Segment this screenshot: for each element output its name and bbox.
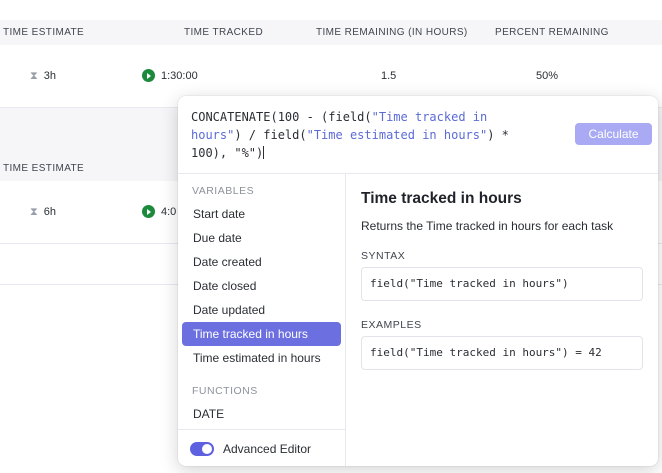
- calculate-button[interactable]: Calculate: [575, 123, 652, 145]
- variables-section-label: VARIABLES: [192, 185, 255, 197]
- function-item-date[interactable]: DATE: [182, 402, 341, 426]
- time-tracked-value[interactable]: 4:0: [161, 206, 176, 218]
- table-header-row: TIME ESTIMATE TIME TRACKED TIME REMAININ…: [0, 20, 662, 45]
- advanced-editor-footer: Advanced Editor: [178, 429, 345, 466]
- syntax-label: SYNTAX: [361, 250, 406, 262]
- header-time-estimate[interactable]: TIME ESTIMATE: [3, 27, 84, 38]
- variable-item-due-date[interactable]: Due date: [182, 226, 341, 250]
- functions-section-label: FUNCTIONS: [192, 385, 258, 397]
- variable-item-date-created[interactable]: Date created: [182, 250, 341, 274]
- formula-input[interactable]: CONCATENATE(100 - (field("Time tracked i…: [191, 108, 541, 162]
- doc-title: Time tracked in hours: [361, 190, 522, 207]
- syntax-code: field("Time tracked in hours"): [361, 267, 643, 301]
- header-time-tracked[interactable]: TIME TRACKED: [184, 27, 263, 38]
- examples-label: EXAMPLES: [361, 319, 422, 331]
- time-estimate-cell[interactable]: ⧗ 6h: [30, 206, 56, 219]
- variable-item-date-updated[interactable]: Date updated: [182, 298, 341, 322]
- time-tracked-value[interactable]: 1:30:00: [161, 70, 198, 82]
- advanced-editor-label: Advanced Editor: [223, 442, 312, 456]
- formula-string: "Time estimated in hours": [306, 128, 488, 142]
- variable-item-time-estimated[interactable]: Time estimated in hours: [182, 346, 341, 370]
- formula-text: ) / field(: [234, 128, 307, 142]
- time-estimate-cell[interactable]: ⧗ 3h: [30, 70, 56, 83]
- variable-item-date-closed[interactable]: Date closed: [182, 274, 341, 298]
- hourglass-icon: ⧗: [30, 206, 38, 218]
- advanced-editor-toggle[interactable]: [190, 442, 214, 456]
- example-code: field("Time tracked in hours") = 42: [361, 336, 643, 370]
- text-caret: [263, 146, 265, 159]
- doc-description: Returns the Time tracked in hours for ea…: [361, 219, 614, 233]
- percent-remaining-value: 50%: [536, 70, 559, 82]
- variable-item-time-tracked[interactable]: Time tracked in hours: [182, 322, 341, 346]
- play-icon[interactable]: [142, 205, 155, 218]
- header-time-remaining[interactable]: TIME REMAINING (IN HOURS): [316, 27, 468, 38]
- header-time-estimate[interactable]: TIME ESTIMATE: [3, 163, 84, 174]
- variables-panel: VARIABLES Start date Due date Date creat…: [178, 174, 345, 466]
- time-remaining-value: 1.5: [381, 70, 397, 82]
- documentation-panel: Time tracked in hours Returns the Time t…: [346, 174, 658, 466]
- play-icon[interactable]: [142, 69, 155, 82]
- time-estimate-value: 6h: [43, 206, 56, 218]
- formula-editor-popup: CONCATENATE(100 - (field("Time tracked i…: [178, 96, 658, 466]
- hourglass-icon: ⧗: [30, 70, 38, 82]
- formula-text: CONCATENATE(100 - (field(: [191, 110, 372, 124]
- variable-item-start-date[interactable]: Start date: [182, 202, 341, 226]
- header-percent-remaining[interactable]: PERCENT REMAINING: [495, 27, 609, 38]
- time-estimate-value: 3h: [43, 70, 56, 82]
